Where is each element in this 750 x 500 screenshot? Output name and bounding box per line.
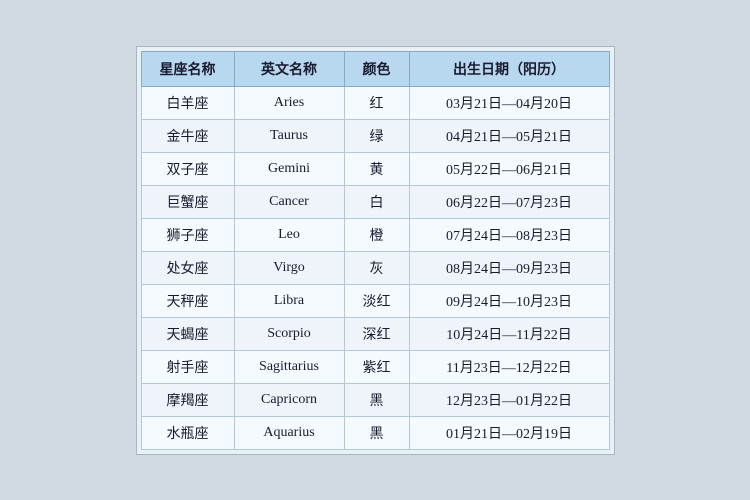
cell-birth-date: 05月22日—06月21日 xyxy=(409,152,609,185)
zodiac-table: 星座名称 英文名称 颜色 出生日期（阳历） 白羊座Aries红03月21日—04… xyxy=(141,51,610,450)
table-row: 巨蟹座Cancer白06月22日—07月23日 xyxy=(141,185,609,218)
cell-birth-date: 07月24日—08月23日 xyxy=(409,218,609,251)
cell-color: 淡红 xyxy=(344,284,409,317)
cell-chinese-name: 金牛座 xyxy=(141,119,234,152)
header-birth-date: 出生日期（阳历） xyxy=(409,51,609,86)
cell-color: 白 xyxy=(344,185,409,218)
cell-birth-date: 08月24日—09月23日 xyxy=(409,251,609,284)
zodiac-table-container: 星座名称 英文名称 颜色 出生日期（阳历） 白羊座Aries红03月21日—04… xyxy=(136,46,615,455)
table-row: 天秤座Libra淡红09月24日—10月23日 xyxy=(141,284,609,317)
cell-english-name: Sagittarius xyxy=(234,350,344,383)
cell-birth-date: 03月21日—04月20日 xyxy=(409,86,609,119)
cell-english-name: Aquarius xyxy=(234,416,344,449)
cell-chinese-name: 处女座 xyxy=(141,251,234,284)
cell-color: 灰 xyxy=(344,251,409,284)
table-row: 摩羯座Capricorn黑12月23日—01月22日 xyxy=(141,383,609,416)
table-row: 双子座Gemini黄05月22日—06月21日 xyxy=(141,152,609,185)
cell-birth-date: 06月22日—07月23日 xyxy=(409,185,609,218)
cell-color: 紫红 xyxy=(344,350,409,383)
table-row: 金牛座Taurus绿04月21日—05月21日 xyxy=(141,119,609,152)
cell-chinese-name: 巨蟹座 xyxy=(141,185,234,218)
table-row: 射手座Sagittarius紫红11月23日—12月22日 xyxy=(141,350,609,383)
header-english-name: 英文名称 xyxy=(234,51,344,86)
header-chinese-name: 星座名称 xyxy=(141,51,234,86)
cell-color: 黄 xyxy=(344,152,409,185)
cell-color: 黑 xyxy=(344,416,409,449)
cell-english-name: Capricorn xyxy=(234,383,344,416)
cell-color: 黑 xyxy=(344,383,409,416)
cell-birth-date: 11月23日—12月22日 xyxy=(409,350,609,383)
table-row: 狮子座Leo橙07月24日—08月23日 xyxy=(141,218,609,251)
cell-birth-date: 04月21日—05月21日 xyxy=(409,119,609,152)
cell-birth-date: 01月21日—02月19日 xyxy=(409,416,609,449)
cell-chinese-name: 白羊座 xyxy=(141,86,234,119)
table-row: 处女座Virgo灰08月24日—09月23日 xyxy=(141,251,609,284)
cell-birth-date: 09月24日—10月23日 xyxy=(409,284,609,317)
cell-chinese-name: 双子座 xyxy=(141,152,234,185)
cell-english-name: Libra xyxy=(234,284,344,317)
cell-english-name: Virgo xyxy=(234,251,344,284)
table-row: 水瓶座Aquarius黑01月21日—02月19日 xyxy=(141,416,609,449)
cell-english-name: Gemini xyxy=(234,152,344,185)
cell-color: 橙 xyxy=(344,218,409,251)
cell-color: 绿 xyxy=(344,119,409,152)
cell-chinese-name: 水瓶座 xyxy=(141,416,234,449)
table-row: 白羊座Aries红03月21日—04月20日 xyxy=(141,86,609,119)
cell-english-name: Scorpio xyxy=(234,317,344,350)
cell-birth-date: 12月23日—01月22日 xyxy=(409,383,609,416)
cell-english-name: Cancer xyxy=(234,185,344,218)
table-header-row: 星座名称 英文名称 颜色 出生日期（阳历） xyxy=(141,51,609,86)
table-row: 天蝎座Scorpio深红10月24日—11月22日 xyxy=(141,317,609,350)
cell-color: 深红 xyxy=(344,317,409,350)
cell-color: 红 xyxy=(344,86,409,119)
cell-chinese-name: 射手座 xyxy=(141,350,234,383)
cell-english-name: Taurus xyxy=(234,119,344,152)
cell-english-name: Leo xyxy=(234,218,344,251)
cell-birth-date: 10月24日—11月22日 xyxy=(409,317,609,350)
cell-chinese-name: 摩羯座 xyxy=(141,383,234,416)
cell-chinese-name: 天蝎座 xyxy=(141,317,234,350)
cell-english-name: Aries xyxy=(234,86,344,119)
cell-chinese-name: 天秤座 xyxy=(141,284,234,317)
cell-chinese-name: 狮子座 xyxy=(141,218,234,251)
header-color: 颜色 xyxy=(344,51,409,86)
